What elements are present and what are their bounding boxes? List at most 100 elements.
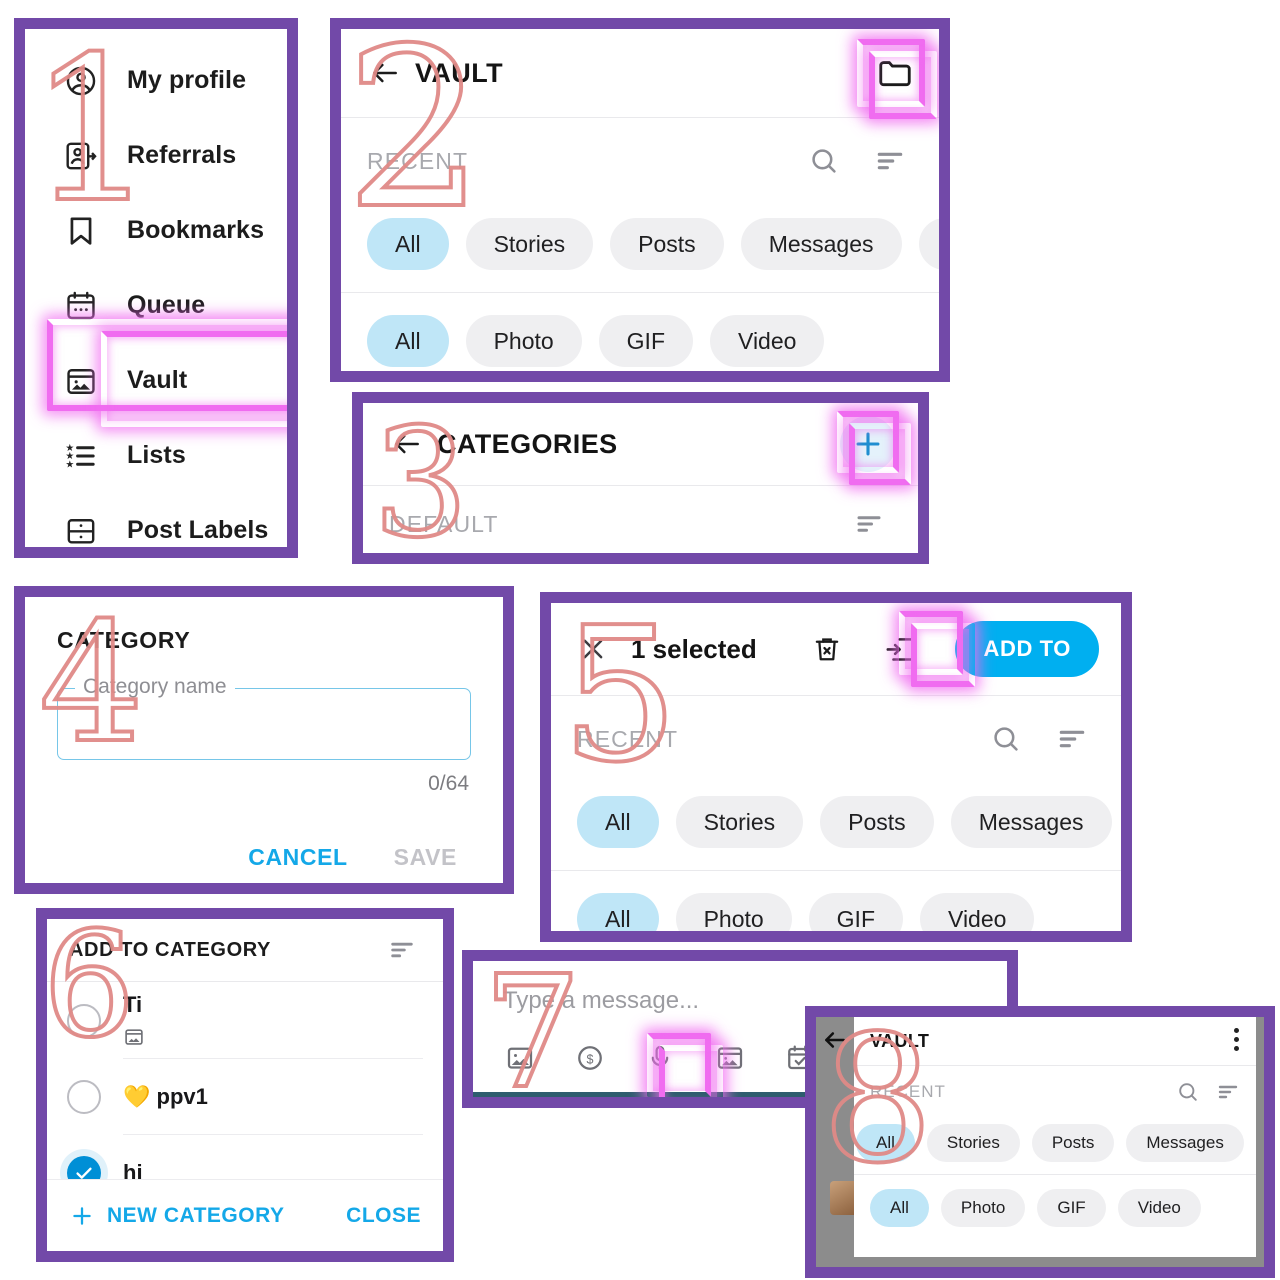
chip-all[interactable]: All [577,796,659,848]
chip-photo[interactable]: Photo [465,315,582,367]
sidebar-item-bookmarks[interactable]: Bookmarks [25,193,287,268]
chip-ppv1[interactable]: 💛 ppv1 [918,218,939,270]
selection-appbar: 1 selected ADD TO [551,603,1121,695]
sidebar-item-lists[interactable]: ★ ★ ★ Lists [25,418,287,493]
search-icon[interactable] [983,716,1029,762]
sort-icon[interactable] [383,931,421,969]
arrow-back-icon[interactable] [822,1027,848,1053]
panel-selection: 1 selected ADD TO RECENT All Stories Pos… [540,592,1132,942]
vault-section-header: RECENT [341,118,939,204]
overlay-category-chips: All Stories Posts Messages 💛 ppv1 ч [854,1118,1256,1174]
vault-image-icon [59,359,103,403]
chip-gif[interactable]: GIF [1037,1189,1106,1227]
vault-appbar: VAULT [341,29,939,117]
char-counter: 0/64 [428,772,469,795]
folder-icon[interactable] [873,51,917,95]
svg-text:★: ★ [65,459,74,470]
sort-icon[interactable] [867,138,913,184]
sheet-title: ADD TO CATEGORY [69,938,271,961]
section-label: DEFAULT [389,510,499,537]
chip-all[interactable]: All [367,315,449,367]
microphone-icon[interactable] [639,1037,681,1079]
panel-category-dialog: CATEGORY Category name 0/64 CANCEL SAVE … [14,586,514,894]
list-item[interactable]: 💛 ppv1 [47,1059,443,1135]
chip-all[interactable]: All [870,1189,929,1227]
calendar-icon [59,284,103,328]
sidebar-item-post-labels[interactable]: Post Labels [25,493,287,547]
search-icon[interactable] [1176,1080,1200,1104]
arrow-back-icon[interactable] [363,51,407,95]
chip-stories[interactable]: Stories [926,1124,1020,1162]
thumbnail-placeholder-icon [123,1026,423,1048]
account-circle-icon [59,59,103,103]
sort-icon[interactable] [1049,716,1095,762]
chip-photo[interactable]: Photo [940,1189,1026,1227]
chip-gif[interactable]: GIF [808,893,904,931]
chip-posts[interactable]: Posts [820,796,934,848]
move-to-folder-icon[interactable] [877,625,925,673]
categories-section-header: DEFAULT [363,486,918,553]
panel-sidebar: My profile Referrals Bookmarks Queue Vau… [14,18,298,558]
vault-sheet-appbar: VAULT [854,1017,1256,1065]
chip-all[interactable]: All [577,893,659,931]
sidebar-item-label: Bookmarks [127,216,265,244]
chip-video[interactable]: Video [1117,1189,1201,1227]
sidebar-item-referrals[interactable]: Referrals [25,118,287,193]
section-label: RECENT [367,147,469,174]
chip-stories[interactable]: Stories [465,218,594,270]
chip-video[interactable]: Video [920,893,1035,931]
selection-media-chips: All Photo GIF Video [551,871,1121,931]
page-title: VAULT [415,57,503,88]
star-list-icon: ★ ★ ★ [59,434,103,478]
close-icon[interactable] [573,629,613,669]
more-vert-icon[interactable] [1234,1027,1240,1055]
sidebar-item-label: Vault [127,366,188,394]
list-item[interactable]: Ti [47,982,443,1059]
person-add-icon [59,134,103,178]
chip-photo[interactable]: Photo [675,893,792,931]
vault-image-icon[interactable] [709,1037,751,1079]
chip-posts[interactable]: Posts [1031,1124,1115,1162]
new-category-label: NEW CATEGORY [107,1203,285,1227]
chip-video[interactable]: Video [710,315,825,367]
svg-text:$: $ [587,1053,594,1067]
image-icon[interactable] [499,1037,541,1079]
chip-all[interactable]: All [856,1124,915,1162]
add-to-button[interactable]: ADD TO [955,621,1099,677]
plus-icon[interactable] [840,416,896,472]
cancel-button[interactable]: CANCEL [248,844,347,871]
sort-icon[interactable] [846,501,892,547]
close-button[interactable]: CLOSE [346,1204,421,1228]
chip-messages[interactable]: Messages [740,218,902,270]
panel-add-to-category: ADD TO CATEGORY Ti 💛 ppv1 hi NEW CATEGOR… [36,908,454,1262]
chip-gif[interactable]: GIF [598,315,694,367]
sidebar-item-my-profile[interactable]: My profile [25,43,287,118]
arrow-back-icon[interactable] [385,422,429,466]
sidebar-item-label: My profile [127,66,247,94]
radio-unchecked-icon[interactable] [67,1080,101,1114]
sidebar-item-vault[interactable]: Vault [25,343,287,418]
category-name: 💛 ppv1 [123,1083,208,1109]
page-title: CATEGORIES [437,428,618,459]
sidebar-item-label: Queue [127,291,206,319]
chip-messages[interactable]: Messages [1126,1124,1244,1162]
sheet-header: ADD TO CATEGORY [47,919,443,981]
sheet-footer: NEW CATEGORY CLOSE [47,1179,443,1251]
vault-media-chips: All Photo GIF Video [341,293,939,371]
delete-forever-icon[interactable] [803,625,851,673]
bookmark-icon [59,209,103,253]
chip-messages[interactable]: Messages [950,796,1112,848]
chip-stories[interactable]: Stories [675,796,804,848]
dollar-circle-icon[interactable]: $ [569,1037,611,1079]
panel-vault-overlay: VAULT RECENT All Stories Posts Messages … [805,1006,1275,1278]
radio-unchecked-icon[interactable] [67,1003,101,1038]
selection-category-chips: All Stories Posts Messages Tip menu [551,782,1121,870]
chip-posts[interactable]: Posts [610,218,724,270]
new-category-button[interactable]: NEW CATEGORY [69,1203,285,1229]
save-button[interactable]: SAVE [394,844,457,871]
sort-icon[interactable] [1216,1080,1240,1104]
search-icon[interactable] [801,138,847,184]
chip-all[interactable]: All [367,218,449,270]
sidebar-item-queue[interactable]: Queue [25,268,287,343]
category-name-field-wrap: Category name [57,675,471,760]
